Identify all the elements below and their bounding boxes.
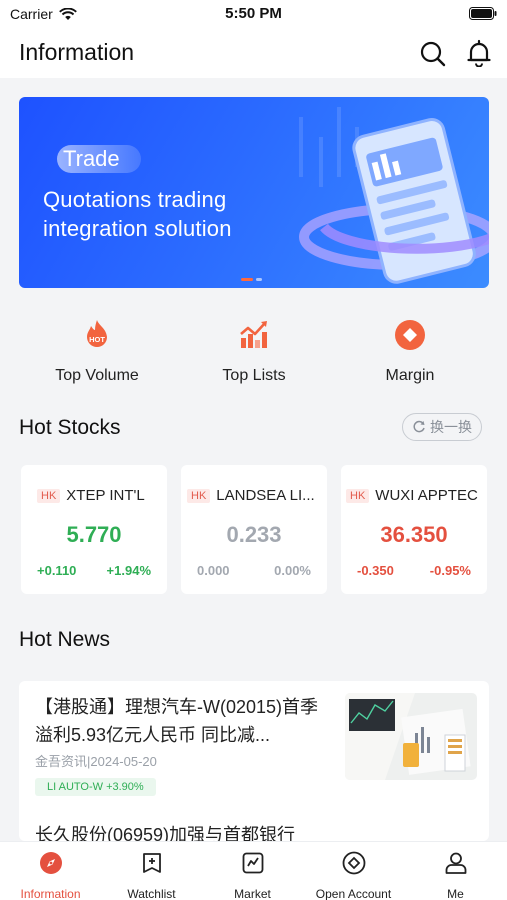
hot-badge-text: HOT bbox=[89, 335, 105, 344]
status-time: 5:50 PM bbox=[225, 5, 282, 22]
refresh-icon bbox=[413, 420, 425, 433]
quick-link-label: Top Volume bbox=[55, 367, 139, 384]
banner-headline-2: integration solution bbox=[43, 216, 232, 241]
stock-change: 0.000 bbox=[197, 563, 230, 578]
news-list: 【港股通】理想汽车-W(02015)首季溢利5.93亿元人民币 同比减... 金… bbox=[19, 681, 489, 841]
stock-card[interactable]: HK LANDSEA LI... 0.233 0.000 0.00% bbox=[181, 465, 327, 594]
carousel-dot-active bbox=[241, 278, 253, 281]
status-bar: Carrier 5:50 PM bbox=[0, 0, 507, 28]
stock-change-percent: 0.00% bbox=[274, 563, 311, 578]
stock-header: HK WUXI APPTEC bbox=[346, 487, 478, 504]
stock-price: 36.350 bbox=[380, 522, 448, 547]
news-thumbnail bbox=[345, 693, 477, 780]
watchlist-icon bbox=[142, 853, 161, 873]
phone-illustration bbox=[299, 107, 489, 284]
hot-stocks-title: Hot Stocks bbox=[19, 416, 121, 439]
quick-link-top-volume[interactable]: HOT Top Volume bbox=[22, 318, 172, 385]
quick-link-label: Top Lists bbox=[222, 367, 286, 384]
tab-market[interactable]: Market bbox=[202, 851, 303, 900]
page-title: Information bbox=[19, 39, 135, 65]
hot-flame-icon: HOT bbox=[87, 320, 107, 347]
market-badge: HK bbox=[187, 488, 211, 503]
tab-label: Me bbox=[447, 887, 464, 900]
open-account-icon bbox=[342, 851, 365, 875]
stock-card[interactable]: HK XTEP INT'L 5.770 +0.110 +1.94% bbox=[21, 465, 167, 594]
quick-link-margin[interactable]: Margin bbox=[335, 318, 485, 385]
market-badge: HK bbox=[37, 488, 61, 503]
swap-label: 换一换 bbox=[430, 419, 472, 435]
hot-news-title: Hot News bbox=[19, 628, 111, 651]
stock-change-percent: +1.94% bbox=[106, 563, 151, 578]
swap-button[interactable]: 换一换 bbox=[402, 413, 482, 441]
stock-name: LANDSEA LI... bbox=[216, 487, 315, 504]
news-source-date: 金吾资讯|2024-05-20 bbox=[35, 754, 157, 769]
stock-header: HK XTEP INT'L bbox=[37, 487, 145, 504]
stock-header: HK LANDSEA LI... bbox=[187, 487, 315, 504]
tab-label: Market bbox=[234, 887, 271, 900]
stock-change: +0.110 bbox=[37, 563, 77, 578]
app-header: Information bbox=[0, 28, 507, 78]
stock-change-percent: -0.95% bbox=[429, 563, 471, 578]
banner-tag: Trade bbox=[57, 145, 141, 173]
tab-label: Watchlist bbox=[127, 887, 176, 900]
carousel-indicator bbox=[241, 278, 262, 281]
tab-watchlist[interactable]: Watchlist bbox=[101, 851, 202, 900]
margin-diamond-icon bbox=[395, 320, 425, 350]
person-icon bbox=[445, 852, 466, 874]
tab-bar: Information Watchlist Market Open Accoun… bbox=[0, 841, 507, 900]
stock-name: XTEP INT'L bbox=[66, 487, 145, 504]
compass-icon bbox=[39, 852, 62, 874]
market-icon bbox=[242, 852, 263, 874]
stock-card[interactable]: HK WUXI APPTEC 36.350 -0.350 -0.95% bbox=[341, 465, 487, 594]
search-icon[interactable] bbox=[419, 40, 447, 68]
stock-price: 5.770 bbox=[66, 522, 122, 547]
quick-link-top-lists[interactable]: Top Lists bbox=[179, 318, 329, 385]
carousel-dot bbox=[256, 278, 262, 281]
tab-me[interactable]: Me bbox=[405, 851, 506, 900]
tab-information[interactable]: Information bbox=[0, 851, 101, 900]
news-headline: 【港股通】理想汽车-W(02015)首季溢利5.93亿元人民币 同比减... bbox=[35, 697, 319, 745]
market-badge: HK bbox=[346, 488, 370, 503]
promo-banner[interactable]: Trade Quotations trading integration sol… bbox=[19, 97, 489, 288]
stock-change: -0.350 bbox=[357, 563, 394, 578]
related-stock-tag[interactable]: LI AUTO-W +3.90% bbox=[35, 778, 156, 796]
quick-link-label: Margin bbox=[385, 367, 435, 384]
news-headline-next[interactable]: 长久股份(06959)加强与首都银行 bbox=[35, 821, 295, 841]
tab-label: Information bbox=[20, 887, 81, 900]
bell-icon[interactable] bbox=[465, 39, 493, 67]
stock-price: 0.233 bbox=[226, 522, 282, 547]
tab-label: Open Account bbox=[315, 887, 392, 900]
trend-chart-icon bbox=[240, 321, 267, 348]
battery-icon bbox=[469, 7, 497, 20]
stock-name: WUXI APPTEC bbox=[375, 487, 478, 504]
tab-open-account[interactable]: Open Account bbox=[303, 851, 404, 900]
banner-headline-1: Quotations trading bbox=[43, 187, 227, 212]
